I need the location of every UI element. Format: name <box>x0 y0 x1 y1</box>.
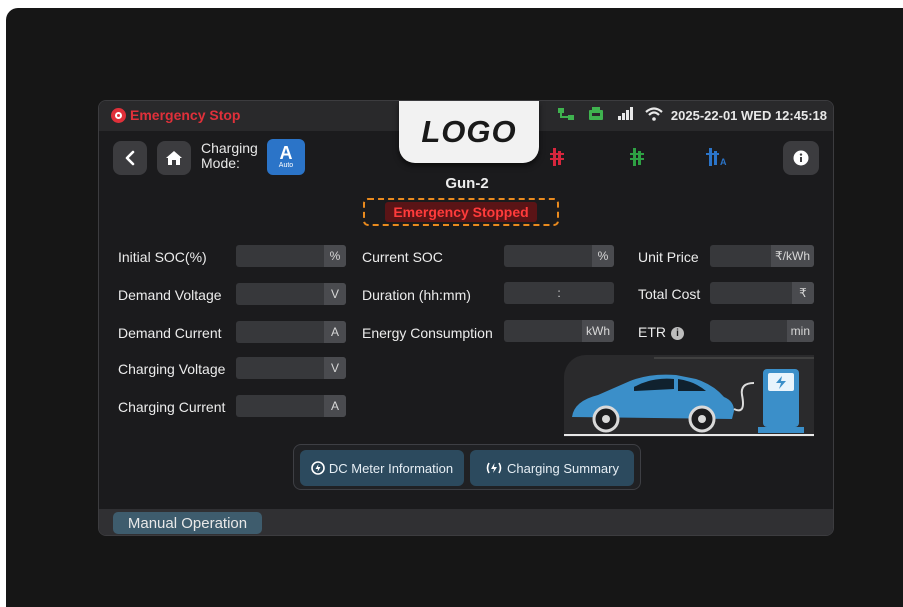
demand-voltage-field: V <box>236 283 346 305</box>
emergency-stopped-badge: Emergency Stopped <box>363 198 559 226</box>
manual-operation-button[interactable]: Manual Operation <box>113 512 262 534</box>
car-charging-icon <box>564 357 814 436</box>
charging-current-field: A <box>236 395 346 417</box>
network-icon <box>557 107 575 126</box>
charging-current-label: Charging Current <box>118 399 226 415</box>
charger-station-icon <box>587 107 605 126</box>
gun-1-selector[interactable] <box>547 147 569 172</box>
device-bezel: Emergency Stop 2025-22-01 WED 12:45:18 L… <box>6 8 903 607</box>
charging-summary-label: Charging Summary <box>507 460 619 476</box>
current-soc-unit: % <box>592 245 614 267</box>
demand-current-unit: A <box>324 321 346 343</box>
charging-mode-auto-button[interactable]: A Auto <box>267 139 305 175</box>
etr-info-icon[interactable]: i <box>671 326 684 340</box>
energy-consumption-field: kWh <box>504 320 614 342</box>
action-button-group: DC Meter Information Charging Summary <box>293 444 641 490</box>
total-cost-label: Total Cost <box>638 286 701 302</box>
charging-voltage-unit: V <box>324 357 346 379</box>
unit-price-label: Unit Price <box>638 249 699 265</box>
mode-badge-text: Auto <box>278 162 294 169</box>
charging-mode-label: Charging Mode: <box>201 141 265 171</box>
demand-current-label: Demand Current <box>118 325 222 341</box>
info-icon <box>793 150 809 166</box>
charging-summary-icon <box>486 462 502 474</box>
duration-label: Duration (hh:mm) <box>362 287 471 303</box>
charging-summary-button[interactable]: Charging Summary <box>470 450 634 486</box>
home-button[interactable] <box>157 141 191 175</box>
current-soc-field: % <box>504 245 614 267</box>
meter-icon <box>311 461 325 475</box>
gun-3-selector[interactable]: A <box>705 147 731 172</box>
duration-separator: : <box>557 286 561 300</box>
dc-meter-information-button[interactable]: DC Meter Information <box>300 450 464 486</box>
back-button[interactable] <box>113 141 147 175</box>
unit-price-field: ₹/kWh <box>710 245 814 267</box>
info-button[interactable] <box>783 141 819 175</box>
logo-text: LOGO <box>421 114 517 149</box>
signal-bars-icon <box>617 107 633 126</box>
demand-voltage-label: Demand Voltage <box>118 287 222 303</box>
duration-field: : <box>504 282 614 304</box>
emergency-stop-indicator[interactable]: Emergency Stop <box>111 107 240 123</box>
etr-label-wrap: ETR i <box>638 324 684 340</box>
status-icons <box>557 107 663 126</box>
wifi-icon <box>645 107 663 126</box>
charging-voltage-label: Charging Voltage <box>118 361 226 377</box>
initial-soc-field: % <box>236 245 346 267</box>
gun-connector-icon <box>630 148 644 166</box>
energy-consumption-label: Energy Consumption <box>362 325 493 341</box>
gun-connector-icon: A <box>706 148 727 167</box>
total-cost-unit: ₹ <box>792 282 814 304</box>
charging-current-unit: A <box>324 395 346 417</box>
initial-soc-unit: % <box>324 245 346 267</box>
svg-text:A: A <box>720 157 727 167</box>
ev-charging-illustration <box>564 355 814 437</box>
emergency-stop-icon <box>111 107 126 123</box>
emergency-stop-label: Emergency Stop <box>130 107 241 123</box>
energy-consumption-unit: kWh <box>582 320 614 342</box>
emergency-stopped-text: Emergency Stopped <box>385 202 537 222</box>
gun-2-selector[interactable] <box>627 147 649 172</box>
demand-voltage-unit: V <box>324 283 346 305</box>
dc-meter-information-label: DC Meter Information <box>328 460 454 476</box>
charging-voltage-field: V <box>236 357 346 379</box>
logo: LOGO <box>399 101 539 163</box>
current-soc-label: Current SOC <box>362 249 443 265</box>
charger-screen: Emergency Stop 2025-22-01 WED 12:45:18 L… <box>98 100 834 536</box>
demand-current-field: A <box>236 321 346 343</box>
datetime: 2025-22-01 WED 12:45:18 <box>670 108 827 123</box>
etr-unit: min <box>786 320 814 342</box>
mode-badge-letter: A <box>279 143 293 163</box>
total-cost-field: ₹ <box>710 282 814 304</box>
charging-mode-text: Charging Mode: <box>201 140 258 171</box>
gun-connector-icon <box>550 148 564 166</box>
etr-label: ETR <box>638 324 666 340</box>
chevron-left-icon <box>125 150 135 166</box>
etr-field: min <box>710 320 814 342</box>
initial-soc-label: Initial SOC(%) <box>118 249 207 265</box>
gun-title: Gun-2 <box>445 175 489 192</box>
unit-price-unit: ₹/kWh <box>771 245 814 267</box>
home-icon <box>166 151 182 165</box>
